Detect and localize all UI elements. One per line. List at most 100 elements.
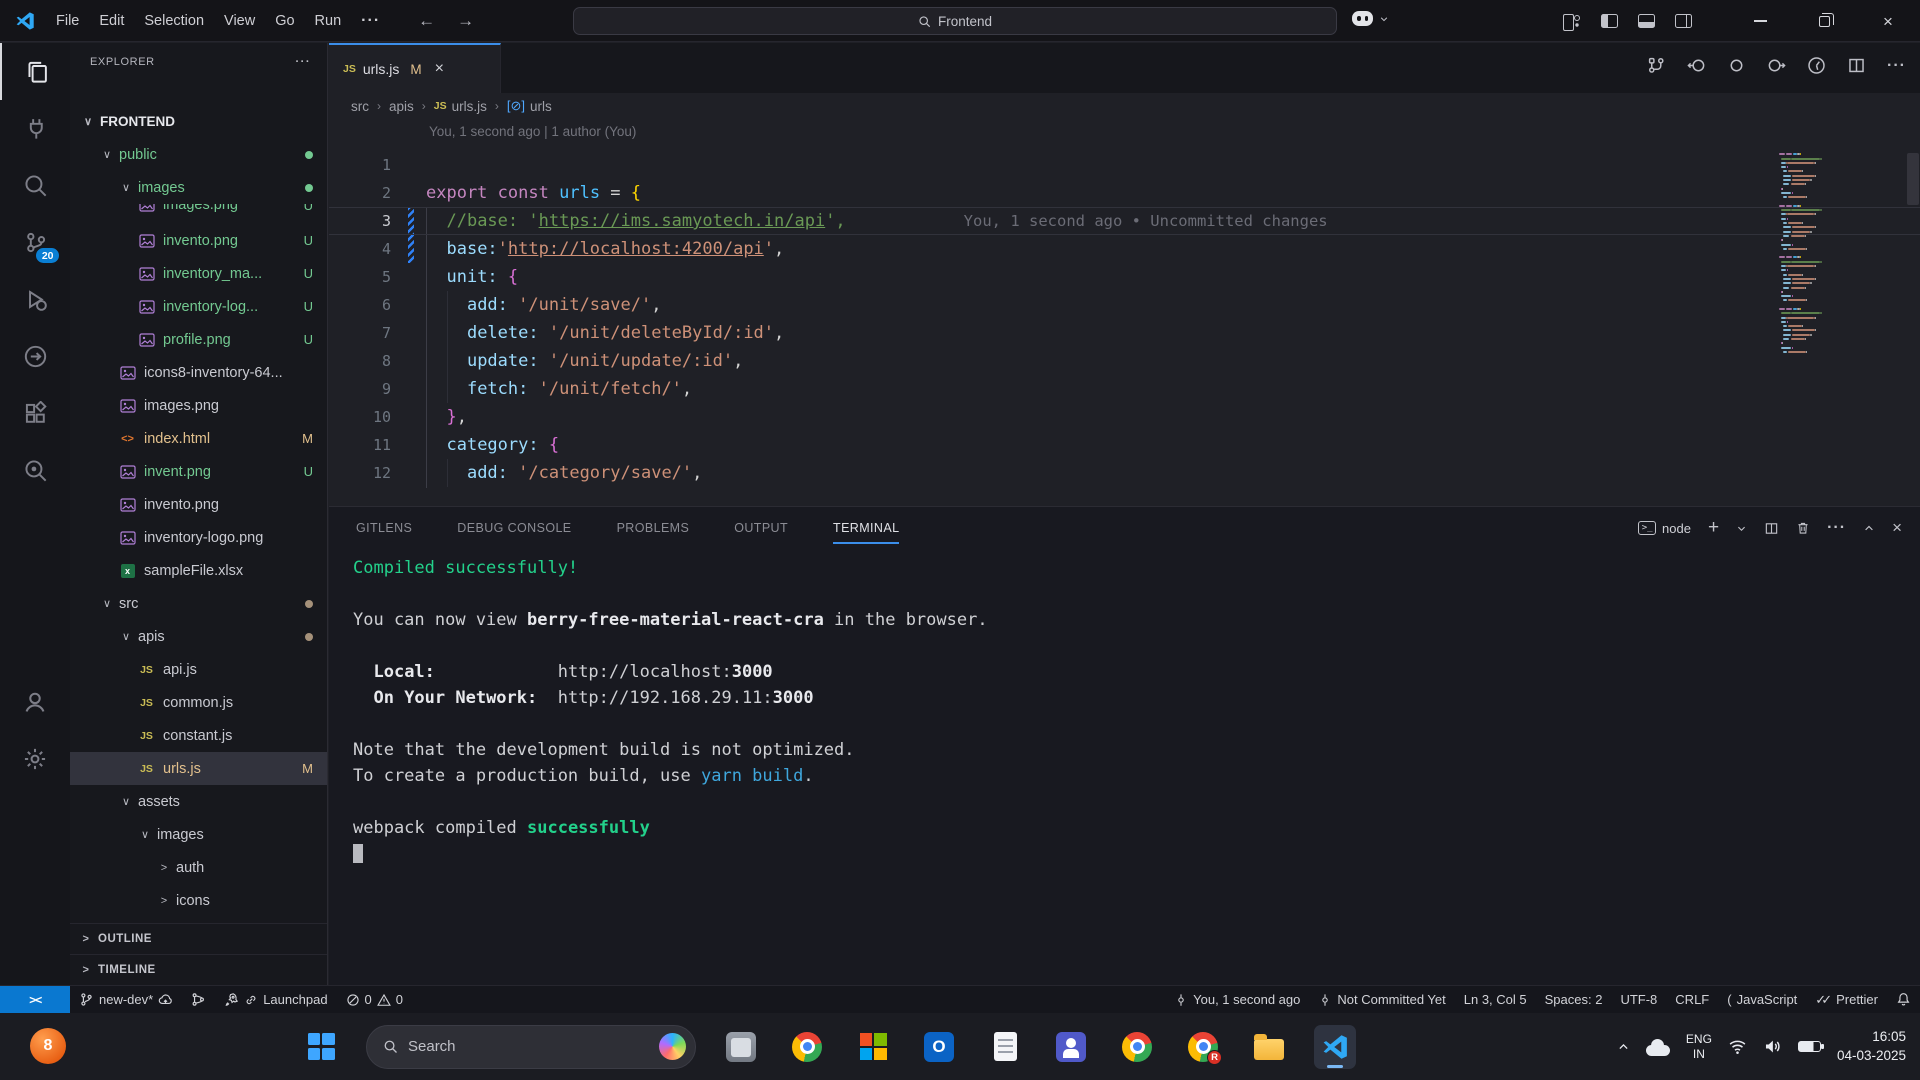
tree-item-invent-png[interactable]: invent.png U bbox=[70, 455, 327, 488]
code-line-1[interactable]: 1 bbox=[329, 151, 1920, 179]
status-eol[interactable]: CRLF bbox=[1666, 986, 1718, 1013]
editor-action-graph-icon[interactable] bbox=[1647, 56, 1666, 75]
taskbar-app-outlook-icon[interactable]: O bbox=[918, 1025, 960, 1069]
code-line-3[interactable]: 3 //base: 'https://ims.samyotech.in/api'… bbox=[329, 207, 1920, 235]
terminal-instance[interactable]: >_ node bbox=[1638, 521, 1691, 536]
code-line-8[interactable]: 8 update: '/unit/update/:id', bbox=[329, 347, 1920, 375]
code-line-11[interactable]: 11 category: { bbox=[329, 431, 1920, 459]
status-language-mode[interactable]: (JavaScript bbox=[1718, 986, 1806, 1013]
language-indicator[interactable]: ENG IN bbox=[1686, 1032, 1712, 1061]
editor-action-playc-icon[interactable] bbox=[1807, 56, 1826, 75]
minimize-button[interactable] bbox=[1728, 0, 1792, 42]
taskbar-search[interactable]: Search bbox=[366, 1024, 696, 1069]
terminal-dropdown-icon[interactable] bbox=[1736, 523, 1747, 534]
breadcrumb-urls-js[interactable]: JS urls.js bbox=[434, 99, 487, 114]
menu-view[interactable]: View bbox=[214, 7, 265, 35]
status-problems[interactable]: 00 bbox=[337, 986, 412, 1013]
activity-settings-icon[interactable] bbox=[0, 730, 70, 787]
tree-item-assets[interactable]: ∨ assets bbox=[70, 785, 327, 818]
status-indentation[interactable]: Spaces: 2 bbox=[1536, 986, 1612, 1013]
taskbar-app-window-icon[interactable] bbox=[720, 1025, 762, 1069]
status-launchpad[interactable]: Launchpad bbox=[215, 986, 336, 1013]
forward-arrow-icon[interactable]: → bbox=[457, 11, 474, 31]
activity-accounts-icon[interactable] bbox=[0, 673, 70, 730]
widgets-badge[interactable]: 8 bbox=[30, 1028, 66, 1064]
panel-tab-problems[interactable]: PROBLEMS bbox=[617, 507, 690, 549]
status-formatter[interactable]: ✓✓ Prettier bbox=[1806, 986, 1887, 1013]
command-center-search[interactable]: Frontend bbox=[573, 7, 1337, 35]
clock[interactable]: 16:05 04-03-2025 bbox=[1837, 1028, 1906, 1064]
taskbar-app-folder-icon[interactable] bbox=[1248, 1025, 1290, 1069]
code-line-6[interactable]: 6 add: '/unit/save/', bbox=[329, 291, 1920, 319]
toggle-secondary-sidebar-icon[interactable] bbox=[1675, 14, 1692, 28]
code-line-7[interactable]: 7 delete: '/unit/deleteById/:id', bbox=[329, 319, 1920, 347]
onedrive-cloud-icon[interactable] bbox=[1645, 1038, 1670, 1056]
status-cursor-position[interactable]: Ln 3, Col 5 bbox=[1455, 986, 1536, 1013]
code-editor[interactable]: 1 2 export const urls = {3 //base: 'https:… bbox=[329, 145, 1920, 506]
status-commit-status[interactable]: Not Committed Yet bbox=[1309, 986, 1454, 1013]
activity-run-and-debug-icon[interactable] bbox=[0, 271, 70, 328]
volume-icon[interactable] bbox=[1763, 1037, 1782, 1056]
code-line-2[interactable]: 2 export const urls = { bbox=[329, 179, 1920, 207]
section-timeline[interactable]: > TIMELINE bbox=[70, 954, 327, 985]
taskbar-app-grid-icon[interactable] bbox=[852, 1025, 894, 1069]
panel-tab-terminal[interactable]: TERMINAL bbox=[833, 507, 900, 549]
taskbar-app-profile-icon[interactable]: R bbox=[1182, 1025, 1224, 1069]
maximize-panel-icon[interactable] bbox=[1863, 522, 1875, 534]
status-commit-graph[interactable] bbox=[182, 986, 215, 1013]
terminal-output[interactable]: Compiled successfully! You can now view … bbox=[353, 555, 1900, 985]
code-line-4[interactable]: 4 base:'http://localhost:4200/api', bbox=[329, 235, 1920, 263]
taskbar-app-doc-icon[interactable] bbox=[984, 1025, 1026, 1069]
activity-thunder-client-icon[interactable] bbox=[0, 100, 70, 157]
customize-layout-icon[interactable] bbox=[1563, 13, 1581, 31]
editor-action-split-icon[interactable] bbox=[1847, 56, 1866, 75]
tray-chevron-icon[interactable] bbox=[1617, 1040, 1630, 1053]
activity-extensions-icon[interactable] bbox=[0, 385, 70, 442]
tree-item-invento-png[interactable]: invento.png U bbox=[70, 224, 327, 257]
tree-item-images[interactable]: ∨ images bbox=[70, 818, 327, 851]
tree-item-apis[interactable]: ∨ apis bbox=[70, 620, 327, 653]
toggle-sidebar-icon[interactable] bbox=[1601, 14, 1618, 28]
editor-action-circ-icon[interactable] bbox=[1727, 56, 1746, 75]
menu-edit[interactable]: Edit bbox=[89, 7, 134, 35]
battery-icon[interactable] bbox=[1797, 1041, 1824, 1052]
tree-item-urls-js[interactable]: JS urls.js M bbox=[70, 752, 327, 785]
taskbar-app-chrome-icon[interactable] bbox=[786, 1025, 828, 1069]
status-encoding[interactable]: UTF-8 bbox=[1611, 986, 1666, 1013]
editor-scrollbar[interactable] bbox=[1907, 153, 1919, 205]
new-terminal-icon[interactable]: + bbox=[1708, 517, 1719, 539]
breadcrumb-urls[interactable]: [⊘] urls bbox=[507, 98, 552, 114]
tree-item-profile-png[interactable]: profile.png U bbox=[70, 323, 327, 356]
minimap[interactable] bbox=[1779, 149, 1905, 355]
wifi-icon[interactable] bbox=[1728, 1037, 1747, 1056]
code-line-5[interactable]: 5 unit: { bbox=[329, 263, 1920, 291]
editor-action-more-icon[interactable]: ··· bbox=[1887, 57, 1906, 75]
start-button[interactable] bbox=[300, 1025, 342, 1069]
tree-item-icons[interactable]: > icons bbox=[70, 884, 327, 917]
activity-source-control-icon[interactable]: 20 bbox=[0, 214, 70, 271]
activity-remote-explorer-icon[interactable] bbox=[0, 328, 70, 385]
tree-item-auth[interactable]: > auth bbox=[70, 851, 327, 884]
restore-button[interactable] bbox=[1792, 0, 1856, 42]
tree-item-icons8-inventory-64-[interactable]: icons8-inventory-64... bbox=[70, 356, 327, 389]
breadcrumb-apis[interactable]: apis bbox=[389, 99, 414, 114]
activity-gitlens-icon[interactable] bbox=[0, 442, 70, 499]
menu-go[interactable]: Go bbox=[265, 7, 304, 35]
status-branch[interactable]: new-dev* bbox=[70, 986, 182, 1013]
toggle-panel-icon[interactable] bbox=[1638, 14, 1655, 28]
panel-more-icon[interactable]: ··· bbox=[1827, 519, 1846, 537]
section-outline[interactable]: > OUTLINE bbox=[70, 923, 327, 954]
panel-tab-debug-console[interactable]: DEBUG CONSOLE bbox=[457, 507, 571, 549]
tree-item-index-html[interactable]: <> index.html M bbox=[70, 422, 327, 455]
taskbar-app-vscode-icon[interactable] bbox=[1314, 1024, 1356, 1069]
tree-item-public[interactable]: ∨ public bbox=[70, 138, 327, 171]
taskbar-app-teams-icon[interactable] bbox=[1050, 1025, 1092, 1069]
status-remote-indicator[interactable]: >< bbox=[0, 986, 70, 1013]
code-line-9[interactable]: 9 fetch: '/unit/fetch/', bbox=[329, 375, 1920, 403]
menu-file[interactable]: File bbox=[46, 7, 89, 35]
close-panel-icon[interactable]: × bbox=[1892, 518, 1902, 538]
tree-root-frontend[interactable]: ∨ FRONTEND bbox=[70, 105, 327, 138]
tree-item-samplefile-xlsx[interactable]: x sampleFile.xlsx bbox=[70, 554, 327, 587]
panel-tab-gitlens[interactable]: GITLENS bbox=[356, 507, 412, 549]
kill-terminal-icon[interactable] bbox=[1796, 521, 1810, 535]
